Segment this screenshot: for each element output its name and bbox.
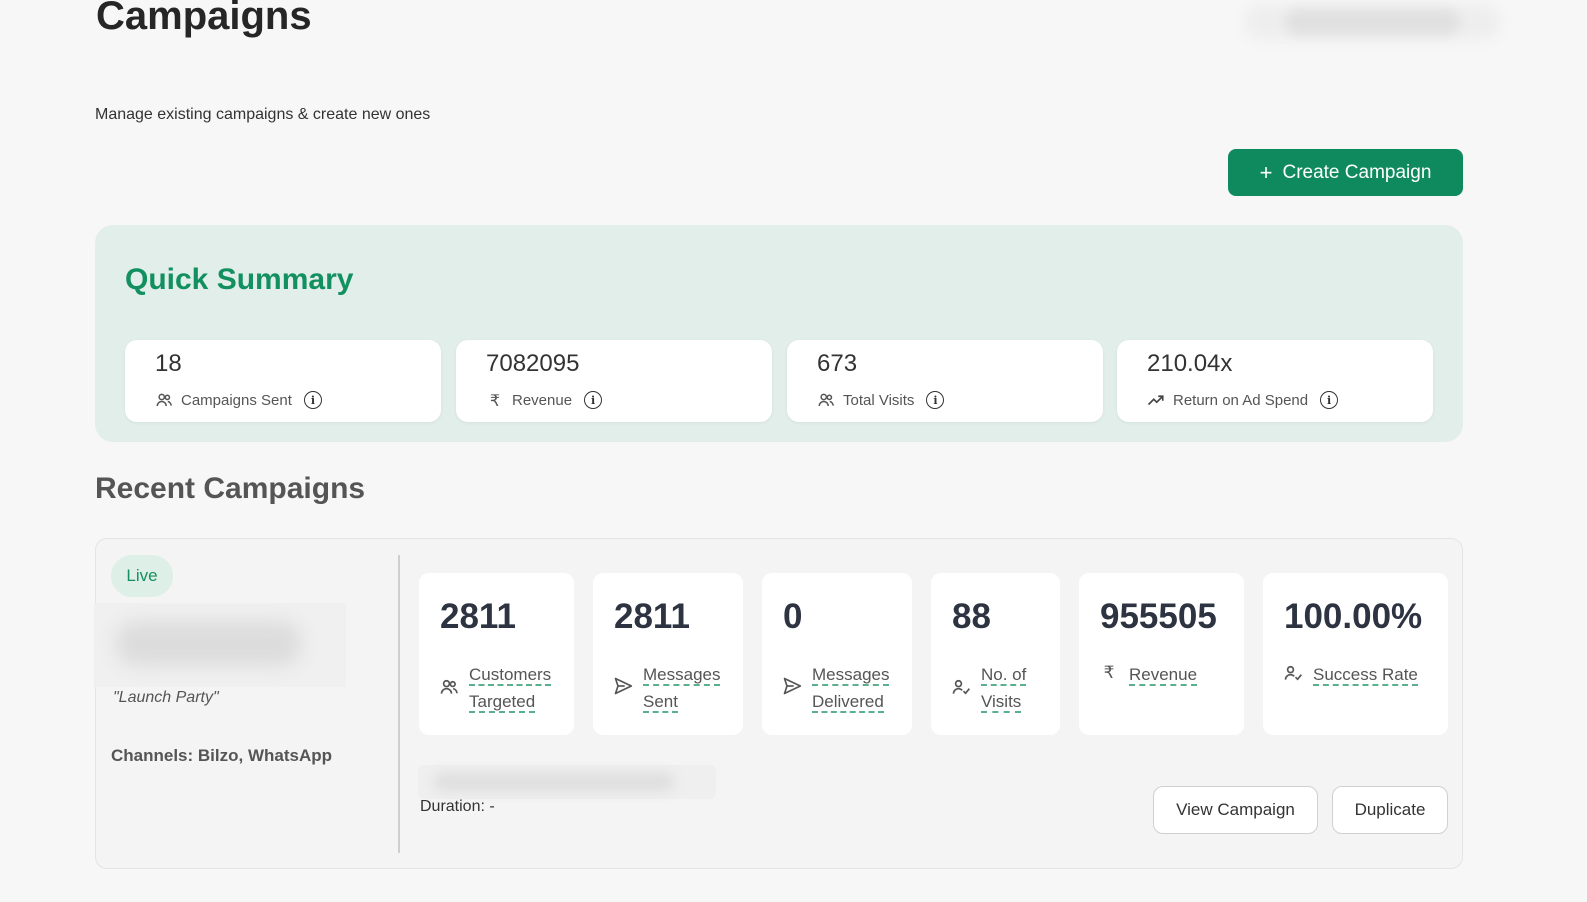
stat-value: 7082095 bbox=[486, 350, 580, 377]
stat-label: Revenue bbox=[512, 391, 573, 409]
send-icon bbox=[613, 675, 633, 695]
metric-card-customers-targeted: 2811 Customers Targeted bbox=[419, 573, 574, 735]
metric-card-messages-delivered: 0 Messages Delivered bbox=[762, 573, 912, 735]
metric-label-line1: Success Rate bbox=[1313, 665, 1418, 686]
user-check-icon bbox=[951, 677, 971, 697]
metric-label[interactable]: Revenue bbox=[1129, 661, 1198, 688]
metric-card-visits: 88 No. of Visits bbox=[931, 573, 1060, 735]
create-campaign-label: Create Campaign bbox=[1282, 161, 1432, 183]
redacted-campaign-name bbox=[94, 603, 346, 687]
stat-card-campaigns-sent: 18 Campaigns Sent i bbox=[125, 340, 441, 422]
send-icon bbox=[782, 675, 802, 695]
redacted-user-area bbox=[1245, 4, 1500, 40]
metric-value: 0 bbox=[783, 597, 803, 636]
stat-card-roas: 210.04x Return on Ad Spend i bbox=[1117, 340, 1433, 422]
metric-label[interactable]: Messages Sent bbox=[643, 661, 721, 715]
metric-value: 2811 bbox=[614, 597, 690, 636]
metric-label-line2: Targeted bbox=[469, 692, 536, 713]
metric-label-line2: Visits bbox=[981, 692, 1022, 713]
create-campaign-button[interactable]: + Create Campaign bbox=[1228, 149, 1463, 196]
metric-label[interactable]: Messages Delivered bbox=[812, 661, 890, 715]
users-icon bbox=[817, 391, 835, 409]
trending-up-icon bbox=[1147, 391, 1165, 409]
info-icon[interactable]: i bbox=[584, 391, 603, 409]
stat-value: 18 bbox=[155, 350, 182, 377]
metric-value: 2811 bbox=[440, 597, 516, 636]
quick-summary-panel: Quick Summary 18 Campaigns Sent i 708209… bbox=[95, 225, 1463, 442]
view-campaign-button[interactable]: View Campaign bbox=[1153, 786, 1318, 834]
metric-value: 100.00% bbox=[1284, 597, 1423, 636]
users-icon bbox=[439, 677, 459, 697]
metric-label-line1: Customers bbox=[469, 665, 552, 686]
page-title: Campaigns bbox=[96, 0, 312, 38]
plus-icon: + bbox=[1259, 159, 1273, 185]
metric-label-line1: Revenue bbox=[1129, 665, 1198, 686]
metric-value: 88 bbox=[952, 597, 991, 636]
campaign-tagline: "Launch Party" bbox=[113, 689, 219, 706]
rupee-icon: ₹ bbox=[1103, 663, 1115, 682]
stat-value: 673 bbox=[817, 350, 858, 377]
info-icon[interactable]: i bbox=[303, 391, 322, 409]
stat-card-revenue: 7082095 ₹ Revenue i bbox=[456, 340, 772, 422]
stat-value: 210.04x bbox=[1147, 350, 1233, 377]
campaign-card: Live "Launch Party" Channels: Bilzo, Wha… bbox=[94, 538, 1463, 869]
metric-card-messages-sent: 2811 Messages Sent bbox=[593, 573, 743, 735]
metric-value: 955505 bbox=[1100, 597, 1217, 636]
info-icon[interactable]: i bbox=[1320, 391, 1339, 409]
metric-card-revenue: 955505 ₹ Revenue bbox=[1079, 573, 1244, 735]
metric-label-line1: Messages bbox=[643, 665, 721, 686]
rupee-icon: ₹ bbox=[489, 393, 501, 410]
duplicate-button[interactable]: Duplicate bbox=[1332, 786, 1448, 834]
recent-campaigns-title: Recent Campaigns bbox=[95, 472, 366, 505]
metric-label[interactable]: Customers Targeted bbox=[469, 661, 552, 715]
metric-label-line1: Messages bbox=[812, 665, 890, 686]
info-icon[interactable]: i bbox=[926, 391, 945, 409]
campaign-channels: Channels: Bilzo, WhatsApp bbox=[111, 746, 332, 765]
quick-summary-title: Quick Summary bbox=[125, 263, 354, 296]
metric-label-line2: Delivered bbox=[812, 692, 884, 713]
divider bbox=[398, 555, 400, 853]
campaign-duration: Duration: - bbox=[420, 798, 495, 815]
stat-label: Total Visits bbox=[843, 391, 915, 409]
status-badge: Live bbox=[111, 555, 173, 597]
stat-card-total-visits: 673 Total Visits i bbox=[787, 340, 1103, 422]
metric-label[interactable]: No. of Visits bbox=[981, 661, 1027, 715]
redacted-campaign-detail bbox=[418, 765, 716, 799]
user-check-icon bbox=[1283, 663, 1303, 683]
metric-label-line1: No. of bbox=[981, 665, 1027, 686]
stat-label: Campaigns Sent bbox=[181, 391, 292, 409]
metric-card-success-rate: 100.00% Success Rate bbox=[1263, 573, 1448, 735]
page-subtitle: Manage existing campaigns & create new o… bbox=[95, 106, 431, 123]
metric-label-line2: Sent bbox=[643, 692, 678, 713]
metric-label[interactable]: Success Rate bbox=[1313, 661, 1418, 688]
stat-label: Return on Ad Spend bbox=[1173, 391, 1309, 409]
users-icon bbox=[155, 391, 173, 409]
